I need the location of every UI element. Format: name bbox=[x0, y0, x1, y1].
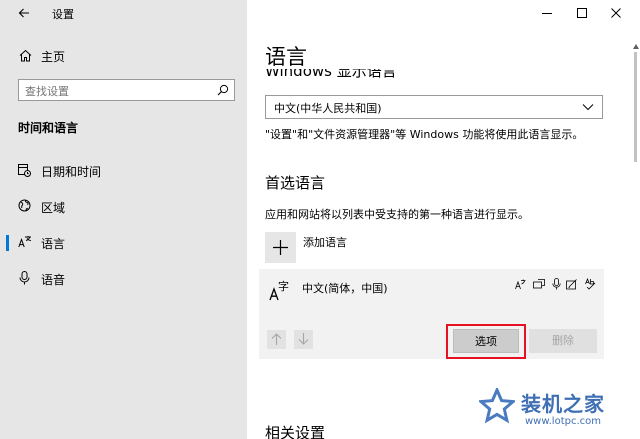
language-item-zh-cn[interactable]: 字 中文(简体，中国) 选项 删除 bbox=[259, 269, 604, 359]
sidebar-item-date-time[interactable]: 日期和时间 bbox=[0, 156, 247, 186]
watermark: 装机之家 www.lotpc.com bbox=[479, 384, 639, 436]
scroll-up-icon[interactable] bbox=[633, 44, 639, 49]
globe-icon bbox=[18, 199, 31, 212]
scrollbar[interactable] bbox=[633, 0, 639, 439]
related-heading: 相关设置 bbox=[265, 424, 326, 439]
svg-text:字: 字 bbox=[278, 280, 289, 293]
sidebar: 设置 主页 时间和语言 日期和时间 区域 语言 语音 bbox=[0, 0, 247, 439]
arrow-down-icon bbox=[298, 333, 309, 345]
home-nav-item[interactable]: 主页 bbox=[0, 44, 247, 68]
main-content: 语言 Windows 显示语言 中文(中华人民共和国) "设置"和"文件资源管理… bbox=[247, 0, 640, 439]
watermark-text: 装机之家 bbox=[521, 392, 605, 416]
add-language-button[interactable]: 添加语言 bbox=[265, 232, 465, 264]
language-icon bbox=[18, 235, 32, 249]
home-icon bbox=[19, 49, 32, 62]
watermark-url: www.lotpc.com bbox=[525, 416, 601, 427]
display-language-heading-clip: Windows 显示语言 bbox=[265, 69, 605, 80]
scroll-thumb[interactable] bbox=[634, 52, 637, 162]
search-input[interactable] bbox=[19, 81, 211, 102]
display-language-note: "设置"和"文件资源管理器"等 Windows 功能将使用此语言显示。 bbox=[265, 128, 584, 141]
speech-icon bbox=[552, 278, 561, 290]
display-language-heading: Windows 显示语言 bbox=[265, 69, 397, 80]
sidebar-item-region[interactable]: 区域 bbox=[0, 192, 247, 222]
preferred-note: 应用和网站将以列表中受支持的第一种语言进行显示。 bbox=[265, 208, 529, 221]
plus-icon bbox=[273, 240, 288, 255]
section-title: 时间和语言 bbox=[18, 121, 79, 135]
search-icon[interactable] bbox=[217, 84, 229, 96]
dropdown-selected-value: 中文(中华人民共和国) bbox=[274, 102, 382, 115]
selection-indicator bbox=[6, 235, 9, 251]
sidebar-item-speech[interactable]: 语音 bbox=[0, 264, 247, 294]
preferred-heading: 首选语言 bbox=[265, 174, 326, 192]
chevron-down-icon bbox=[582, 103, 594, 111]
home-label: 主页 bbox=[41, 50, 66, 64]
minimize-icon[interactable] bbox=[542, 8, 552, 18]
window-title: 设置 bbox=[52, 8, 74, 21]
arrow-up-icon bbox=[271, 333, 282, 345]
options-button[interactable]: 选项 bbox=[453, 329, 519, 353]
spell-check-icon bbox=[585, 278, 596, 290]
display-language-dropdown[interactable]: 中文(中华人民共和国) bbox=[265, 95, 603, 119]
maximize-icon[interactable] bbox=[577, 8, 587, 18]
text-to-speech-icon bbox=[515, 279, 526, 290]
close-icon[interactable] bbox=[611, 8, 621, 18]
clock-calendar-icon bbox=[18, 163, 31, 177]
language-name: 中文(简体，中国) bbox=[302, 282, 388, 295]
back-arrow-icon[interactable] bbox=[18, 7, 30, 19]
add-icon-box bbox=[265, 232, 296, 263]
star-logo-icon bbox=[479, 388, 515, 424]
handwriting-icon bbox=[566, 279, 578, 290]
sidebar-item-label: 语言 bbox=[41, 237, 66, 251]
sidebar-item-label: 区域 bbox=[41, 201, 66, 215]
sidebar-item-label: 日期和时间 bbox=[41, 165, 102, 179]
sidebar-item-language[interactable]: 语言 bbox=[0, 228, 247, 258]
language-glyph-icon: 字 bbox=[269, 280, 291, 302]
add-language-label: 添加语言 bbox=[303, 236, 347, 249]
microphone-icon bbox=[19, 271, 30, 285]
display-language-icon bbox=[533, 279, 545, 290]
move-down-button[interactable] bbox=[294, 330, 313, 349]
sidebar-item-label: 语音 bbox=[41, 273, 66, 287]
search-box[interactable] bbox=[18, 79, 235, 102]
remove-button[interactable]: 删除 bbox=[529, 329, 597, 353]
move-up-button[interactable] bbox=[267, 330, 286, 349]
page-title: 语言 bbox=[265, 45, 307, 69]
